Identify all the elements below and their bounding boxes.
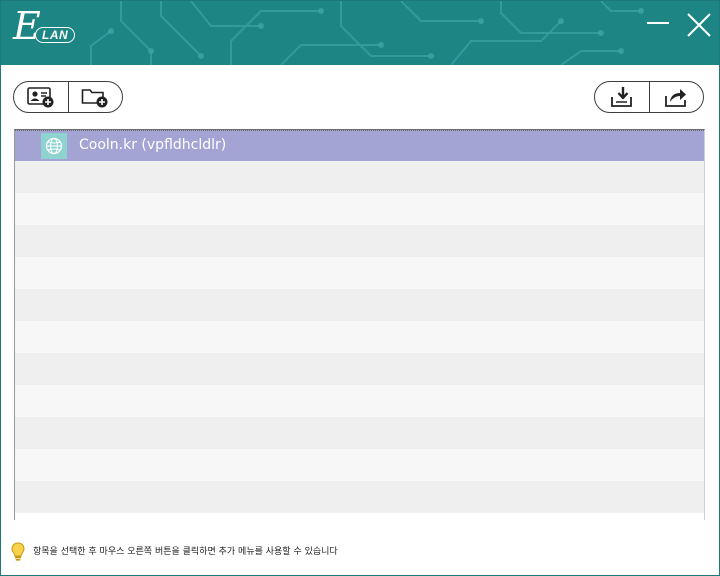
minimize-icon [647, 22, 669, 24]
toolbar [1, 65, 719, 129]
import-button[interactable] [595, 82, 649, 112]
minimize-button[interactable] [645, 11, 673, 39]
list-item[interactable]: Cooln.kr (vpfldhcldlr) [15, 130, 704, 161]
empty-row [15, 193, 704, 225]
close-icon [687, 13, 711, 37]
close-button[interactable] [685, 11, 713, 39]
app-window: E LAN Cooln.kr (vpfldhcldlr) 항목을 선택한 후 마… [0, 0, 720, 576]
list-item-label: Cooln.kr (vpfldhcldlr) [79, 137, 227, 153]
folder-add-icon [81, 89, 108, 108]
globe-icon [41, 133, 67, 159]
lightbulb-icon [11, 542, 25, 561]
left-button-group [13, 81, 123, 113]
contact-card-add-icon [26, 87, 54, 108]
add-contact-button[interactable] [14, 82, 68, 112]
empty-row [15, 449, 704, 481]
empty-row [15, 257, 704, 289]
empty-row [15, 321, 704, 353]
connection-list[interactable]: Cooln.kr (vpfldhcldlr) [14, 129, 705, 520]
status-bar: 항목을 선택한 후 마우스 오른쪽 버튼을 클릭하면 추가 메뉴를 사용할 수 … [1, 533, 719, 575]
export-share-icon [665, 89, 687, 107]
empty-row [15, 225, 704, 257]
export-button[interactable] [648, 82, 704, 112]
add-folder-button[interactable] [67, 82, 123, 112]
status-hint: 항목을 선택한 후 마우스 오른쪽 버튼을 클릭하면 추가 메뉴를 사용할 수 … [33, 547, 338, 557]
empty-row [15, 417, 704, 449]
app-logo: E LAN [11, 7, 76, 51]
circuit-pattern [90, 1, 644, 65]
right-button-group [594, 81, 704, 113]
empty-row [15, 385, 704, 417]
empty-row [15, 161, 704, 193]
empty-row [15, 481, 704, 513]
import-tray-icon [610, 87, 632, 107]
title-bar[interactable]: E LAN [1, 1, 719, 65]
empty-row [15, 353, 704, 385]
empty-row [15, 289, 704, 321]
logo-text: LAN [35, 27, 76, 43]
